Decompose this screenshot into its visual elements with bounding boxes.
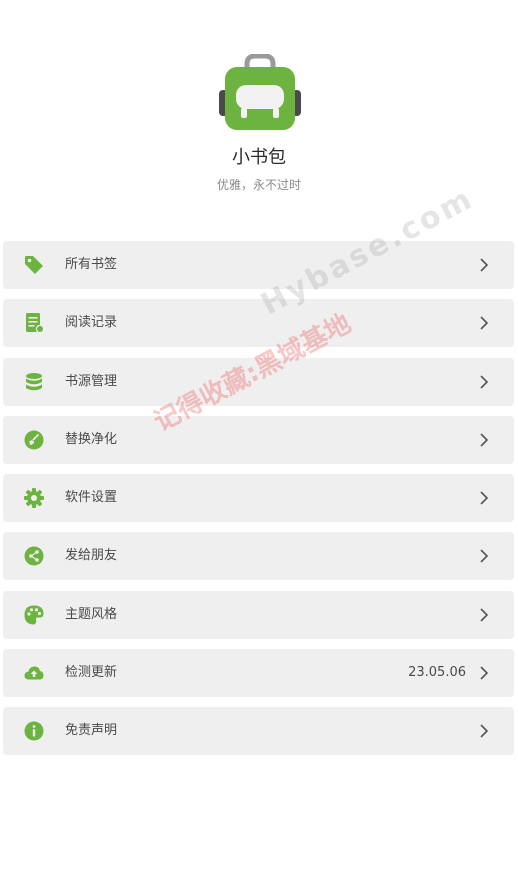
chevron-right-icon — [480, 433, 489, 447]
menu-item-label: 所有书签 — [65, 257, 118, 272]
menu-item-label: 替换净化 — [65, 431, 118, 447]
reading-record-icon — [26, 313, 44, 334]
menu-item-label: 主题风格 — [65, 606, 118, 622]
chevron-right-icon — [480, 375, 489, 389]
info-icon — [24, 721, 44, 741]
menu-item-label: 检测更新 — [65, 665, 118, 681]
menu-item-label: 免责声明 — [65, 723, 118, 739]
menu-item-label: 发给朋友 — [65, 548, 118, 564]
app-name: 小书包 — [232, 147, 286, 168]
clean-brush-icon — [24, 430, 44, 450]
menu-item-settings[interactable]: 软件设置 — [3, 474, 514, 523]
menu-item-label: 阅读记录 — [65, 315, 118, 331]
share-icon — [24, 546, 44, 566]
chevron-right-icon — [480, 608, 489, 622]
gear-icon — [24, 488, 44, 509]
chevron-right-icon — [480, 724, 489, 738]
menu-item-theme[interactable]: 主题风格 — [3, 590, 514, 639]
version-value: 23.05.06 — [408, 665, 466, 681]
chevron-right-icon — [480, 549, 489, 564]
chevron-right-icon — [480, 258, 489, 272]
menu-item-label: 软件设置 — [65, 490, 118, 506]
menu-item-reading-history[interactable]: 阅读记录 — [3, 299, 514, 348]
chevron-right-icon — [480, 316, 489, 330]
settings-menu: 所有书签 阅读记录 书源管理 替换净化 软件设置 发给朋友 主题风格 检测更新 … — [3, 241, 514, 766]
menu-item-bookmarks[interactable]: 所有书签 — [3, 241, 514, 289]
menu-item-book-sources[interactable]: 书源管理 — [3, 357, 514, 406]
about-page: 小书包 优雅，永不过时 所有书签 阅读记录 书源管理 替换净化 软件设置 发给朋… — [0, 0, 518, 871]
menu-item-check-update[interactable]: 检测更新 23.05.06 — [3, 649, 514, 698]
menu-item-disclaimer[interactable]: 免责声明 — [3, 707, 514, 756]
database-icon — [26, 372, 42, 390]
menu-item-replace-clean[interactable]: 替换净化 — [3, 415, 514, 464]
menu-item-label: 书源管理 — [65, 373, 118, 389]
tag-icon — [25, 256, 43, 274]
palette-icon — [24, 605, 44, 625]
chevron-right-icon — [480, 491, 489, 505]
chevron-right-icon — [480, 666, 489, 680]
menu-item-share[interactable]: 发给朋友 — [3, 532, 514, 581]
backpack-logo-icon — [219, 54, 301, 130]
app-slogan: 优雅，永不过时 — [216, 178, 301, 192]
cloud-upload-icon — [24, 666, 44, 680]
